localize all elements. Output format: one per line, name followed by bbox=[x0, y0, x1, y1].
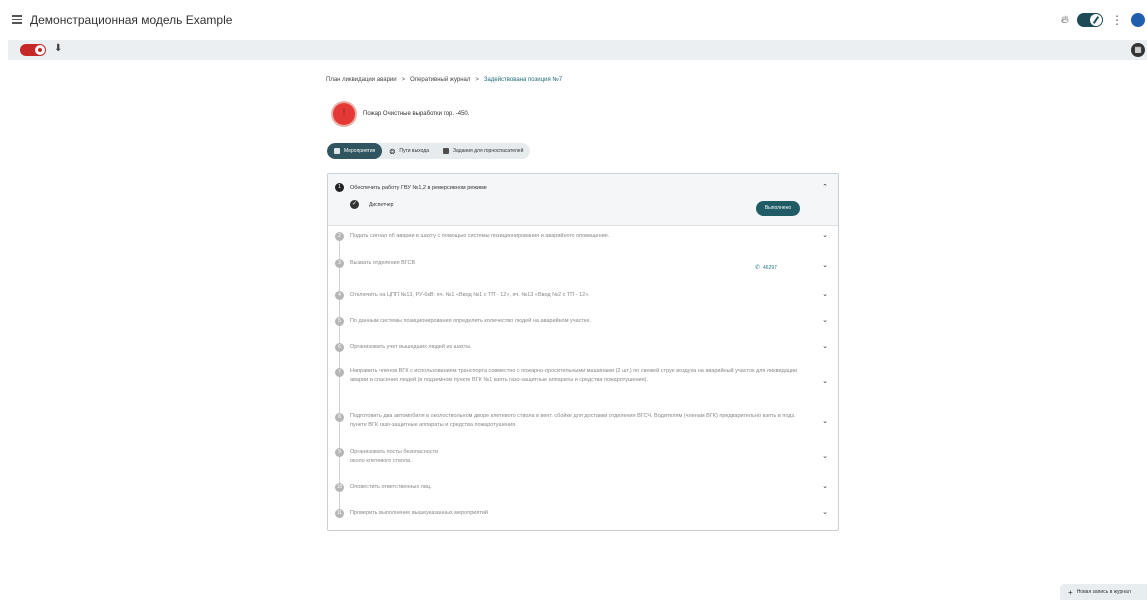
timeline-rail bbox=[339, 241, 340, 513]
step-number: 6 bbox=[335, 343, 344, 352]
step-expanded[interactable]: 1 Обеспечить работу ГВУ №1,2 в реверсивн… bbox=[328, 174, 838, 226]
step-text: По данным системы позиционирования опред… bbox=[350, 318, 592, 324]
tab-label: Мероприятия bbox=[344, 148, 376, 154]
record-toggle[interactable] bbox=[20, 44, 46, 56]
chevron-down-icon[interactable]: ⌄ bbox=[822, 342, 828, 350]
step-title: Обеспечить работу ГВУ №1,2 в реверсивном… bbox=[350, 185, 487, 191]
toolbar: ⬇ ▦ bbox=[8, 40, 1147, 60]
record-icon bbox=[35, 45, 45, 55]
new-entry-label: Новая запись в журнал bbox=[1076, 589, 1131, 595]
mode-toggle[interactable] bbox=[1077, 13, 1103, 27]
user-avatar[interactable] bbox=[1131, 13, 1145, 27]
step-text: Вызвать отделения ВГСВ bbox=[350, 260, 416, 266]
step-number: 3 bbox=[335, 259, 344, 268]
fire-alert-icon bbox=[333, 103, 355, 125]
chevron-down-icon[interactable]: ⌄ bbox=[822, 508, 828, 516]
step-text: Организовать посты безопасности около кл… bbox=[350, 449, 439, 464]
checkbox-icon bbox=[334, 148, 340, 154]
step-text: Организовать учет вышедших людей из шахт… bbox=[350, 344, 472, 350]
tab-rescuer-tasks[interactable]: Задания для горноспасателей bbox=[436, 143, 530, 159]
tabs: Мероприятия ❂ Пути выхода Задания для го… bbox=[327, 143, 531, 159]
done-button[interactable]: Выполнено bbox=[756, 201, 800, 216]
phone-link[interactable]: ✆ 46297 bbox=[755, 264, 777, 272]
measures-panel: 1 Обеспечить работу ГВУ №1,2 в реверсивн… bbox=[327, 173, 839, 531]
new-journal-entry-button[interactable]: + Новая запись в журнал bbox=[1060, 584, 1147, 600]
step-text: Оповестить ответственных лиц. bbox=[350, 484, 432, 490]
more-menu-icon[interactable]: ⋮ bbox=[1111, 13, 1123, 27]
chevron-down-icon[interactable]: ⌄ bbox=[822, 417, 828, 425]
tab-label: Задания для горноспасателей bbox=[452, 148, 524, 154]
download-icon[interactable]: ⬇ bbox=[54, 43, 62, 55]
role-label: Диспетчер bbox=[369, 202, 394, 208]
breadcrumb-item-plan[interactable]: План ликвидации аварии bbox=[326, 77, 397, 83]
step-number: 7 bbox=[335, 368, 344, 377]
app-title: Демонстрационная модель Example bbox=[30, 13, 233, 27]
step-number: 11 bbox=[335, 509, 344, 518]
doc-icon bbox=[442, 148, 449, 154]
compass-icon bbox=[1090, 14, 1102, 26]
tab-exit-routes[interactable]: ❂ Пути выхода bbox=[382, 143, 436, 159]
chevron-down-icon[interactable]: ⌄ bbox=[822, 482, 828, 490]
tab-measures[interactable]: Мероприятия bbox=[327, 143, 383, 159]
chevron-down-icon[interactable]: ⌄ bbox=[822, 231, 828, 239]
walk-icon: ❂ bbox=[389, 149, 396, 156]
header-actions: 🔥︎ ⋮ bbox=[1061, 10, 1147, 30]
step-text: Подготовить два автомобиля в околостволь… bbox=[350, 413, 796, 428]
flame-icon[interactable]: 🔥︎ bbox=[1061, 14, 1069, 27]
document-icon[interactable]: ▦ bbox=[1131, 43, 1145, 57]
incident-title: Пожар Очистные выработки гор. -450. bbox=[363, 111, 470, 117]
step-number: 5 bbox=[335, 317, 344, 326]
chevron-down-icon[interactable]: ⌄ bbox=[822, 452, 828, 460]
step-number: 2 bbox=[335, 232, 344, 241]
step-number: 8 bbox=[335, 413, 344, 422]
breadcrumb-separator: > bbox=[475, 77, 479, 83]
breadcrumb: План ликвидации аварии > Оперативный жур… bbox=[326, 77, 562, 83]
app-header: Демонстрационная модель Example 🔥︎ ⋮ bbox=[0, 0, 1147, 40]
chevron-down-icon[interactable]: ⌄ bbox=[822, 261, 828, 269]
chevron-down-icon[interactable]: ⌄ bbox=[822, 290, 828, 298]
step-number: 4 bbox=[335, 291, 344, 300]
phone-icon: ✆ bbox=[755, 265, 761, 271]
step-number: 1 bbox=[335, 183, 344, 192]
plus-icon: + bbox=[1068, 587, 1073, 597]
tab-label: Пути выхода bbox=[399, 148, 429, 154]
incident-header: Пожар Очистные выработки гор. -450. bbox=[333, 103, 469, 125]
phone-number: 46297 bbox=[763, 264, 777, 271]
step-text: Отключить на ЦПП №13, РУ-6кВ: яч. №1 «Вв… bbox=[350, 292, 590, 298]
chevron-down-icon[interactable]: ⌄ bbox=[822, 377, 828, 385]
step-text: Проверить выполнение вышеуказанных мероп… bbox=[350, 510, 488, 516]
step-text: Подать сигнал об аварии в шахту с помощь… bbox=[350, 233, 610, 239]
breadcrumb-item-current: Задействована позиция №7 bbox=[483, 77, 563, 83]
chevron-up-icon[interactable]: ⌃ bbox=[822, 183, 828, 191]
chevron-down-icon[interactable]: ⌄ bbox=[822, 316, 828, 324]
breadcrumb-separator: > bbox=[401, 77, 406, 83]
step-number: 10 bbox=[335, 483, 344, 492]
check-circle-icon: ✓ bbox=[350, 200, 359, 209]
menu-icon[interactable] bbox=[12, 15, 22, 24]
step-text: Направить членов ВГК с использованием тр… bbox=[350, 368, 798, 383]
breadcrumb-item-journal[interactable]: Оперативный журнал bbox=[410, 77, 470, 83]
step-number: 9 bbox=[335, 448, 344, 457]
